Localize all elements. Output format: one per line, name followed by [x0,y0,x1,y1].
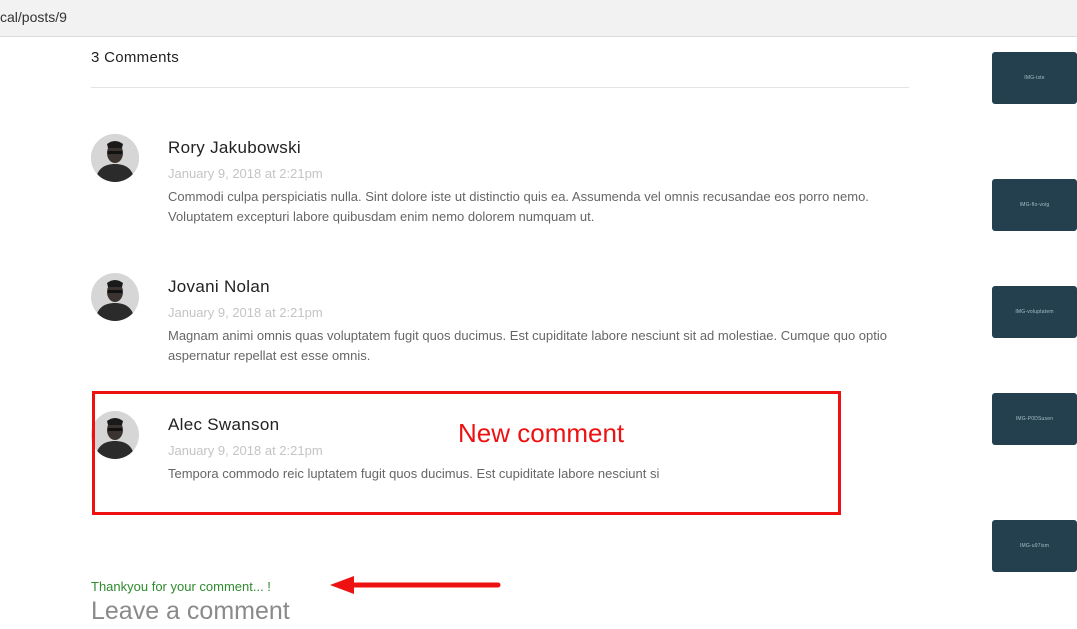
new-comment-highlight-box [92,391,841,515]
sidebar-card[interactable]: IMG-iste [992,52,1077,104]
comment-body: Commodi culpa perspiciatis nulla. Sint d… [168,189,869,224]
divider [91,87,909,88]
sidebar-card-label: IMG-flo-voig [1019,202,1050,208]
sidebar-card[interactable]: IMG-flo-voig [992,179,1077,231]
comment-confirmation-message: Thankyou for your comment... ! [91,579,271,594]
sidebar-card[interactable]: IMG-voluptatem [992,286,1077,338]
comment-body: Magnam animi omnis quas voluptatem fugit… [168,328,887,363]
sidebar-card-label: IMG-P0DSusen [1015,416,1054,422]
sidebar-card[interactable]: IMG-P0DSusen [992,393,1077,445]
new-comment-annotation: New comment [458,418,625,448]
sidebar-card[interactable]: IMG-u97ism [992,520,1077,572]
address-bar[interactable]: cal/posts/9 [0,0,1077,37]
comment-date: January 9, 2018 at 2:21pm [168,166,323,181]
avatar [91,273,139,321]
url-text[interactable]: cal/posts/9 [0,9,67,25]
comment-date: January 9, 2018 at 2:21pm [168,305,323,320]
comment-author: Rory Jakubowski [168,138,301,157]
annotation-arrow-icon [330,576,501,594]
sidebar-card-label: IMG-voluptatem [1015,309,1054,315]
comments-count-heading: 3 Comments [91,49,180,66]
sidebar-card-label: IMG-iste [1024,75,1045,81]
leave-comment-heading: Leave a comment [91,597,290,625]
sidebar-card-label: IMG-u97ism [1019,543,1050,549]
avatar [91,134,139,182]
comment-author: Jovani Nolan [168,277,270,296]
